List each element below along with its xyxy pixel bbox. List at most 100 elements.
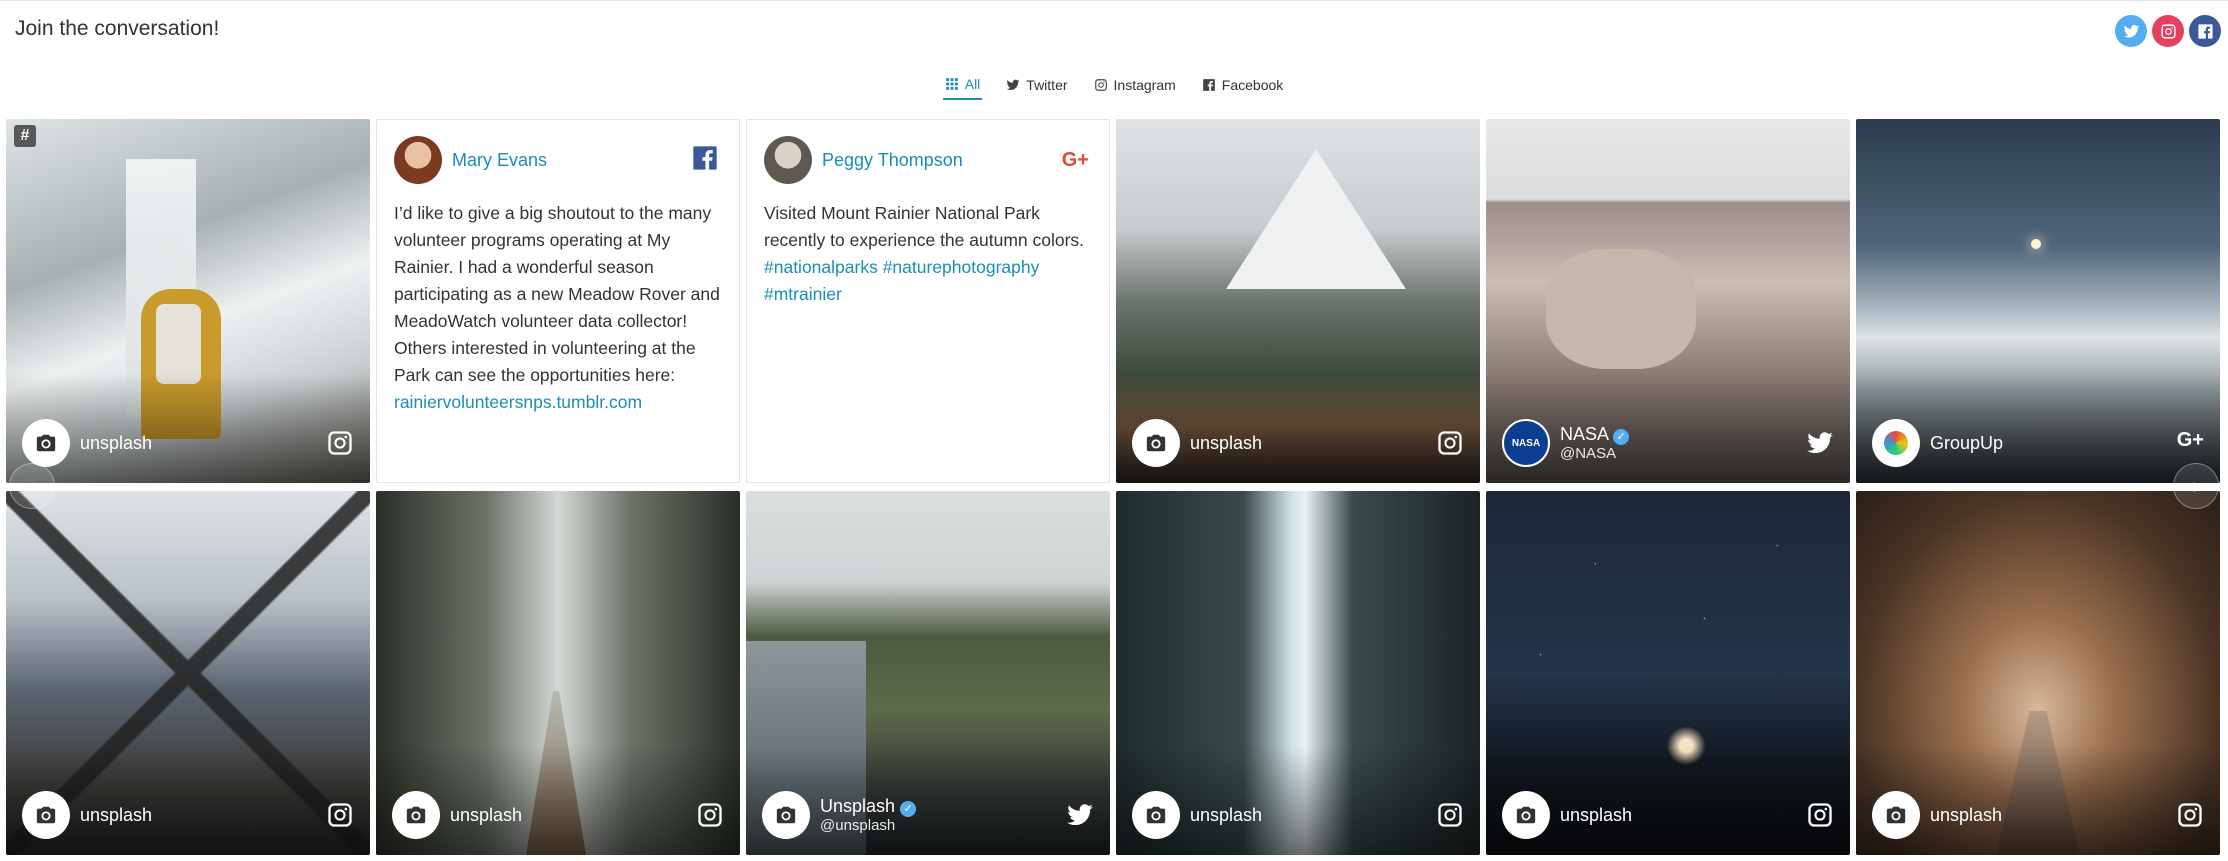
- post-header: Mary Evans: [394, 136, 719, 184]
- camera-icon: [1146, 434, 1166, 452]
- tab-instagram[interactable]: Instagram: [1092, 70, 1178, 100]
- post-footer: unsplash: [392, 791, 724, 839]
- post-hashtags[interactable]: #nationalparks #naturephotography #mtrai…: [764, 254, 1091, 308]
- avatar: [1132, 791, 1180, 839]
- facebook-follow-button[interactable]: [2189, 15, 2221, 47]
- post-card[interactable]: # unsplash: [6, 119, 370, 483]
- camera-icon: [1146, 806, 1166, 824]
- post-author[interactable]: unsplash: [1560, 805, 1632, 826]
- post-handle: @NASA: [1560, 445, 1617, 462]
- instagram-icon: [2160, 23, 2176, 39]
- post-link[interactable]: rainiervolunteersnps.tumblr.com: [394, 392, 642, 412]
- post-author[interactable]: unsplash: [450, 805, 522, 826]
- facebook-icon: [691, 144, 719, 177]
- post-card[interactable]: Mary Evans I’d like to give a big shouto…: [376, 119, 740, 483]
- camera-icon: [776, 806, 796, 824]
- grid-icon: [945, 78, 958, 90]
- post-card[interactable]: Unsplash ✓ @unsplash: [746, 491, 1110, 855]
- post-card[interactable]: unsplash: [1116, 119, 1480, 483]
- verified-icon: ✓: [1613, 429, 1630, 445]
- post-footer: unsplash: [22, 419, 354, 467]
- nasa-logo-icon: NASA: [1511, 437, 1541, 449]
- post-footer: unsplash: [22, 791, 354, 839]
- tab-label: Twitter: [1026, 77, 1068, 93]
- verified-icon: ✓: [900, 801, 917, 817]
- post-author[interactable]: Mary Evans: [452, 150, 547, 171]
- google-plus-icon: G+: [2176, 429, 2204, 451]
- tab-label: Facebook: [1221, 77, 1284, 93]
- camera-icon: [36, 806, 56, 824]
- carousel-prev-button[interactable]: ‹: [9, 463, 55, 509]
- post-author[interactable]: unsplash: [1190, 433, 1262, 454]
- instagram-icon: [1806, 801, 1834, 829]
- post-author[interactable]: Peggy Thompson: [822, 150, 963, 171]
- twitter-icon: [1806, 429, 1834, 457]
- tab-label: Instagram: [1113, 77, 1176, 93]
- post-author[interactable]: unsplash: [80, 433, 152, 454]
- post-author-block[interactable]: NASA ✓ @NASA: [1560, 424, 1630, 462]
- page-title: Join the conversation!: [15, 17, 220, 40]
- camera-icon: [36, 434, 56, 452]
- post-card[interactable]: unsplash: [1856, 491, 2220, 855]
- post-author[interactable]: unsplash: [1930, 805, 2002, 826]
- post-footer: unsplash: [1872, 791, 2204, 839]
- carousel-next-button[interactable]: ›: [2173, 463, 2219, 509]
- instagram-icon: [2176, 801, 2204, 829]
- post-author-block[interactable]: Unsplash ✓ @unsplash: [820, 796, 917, 834]
- twitter-icon: [1066, 801, 1094, 829]
- post-card[interactable]: GroupUp G+: [1856, 119, 2220, 483]
- post-card[interactable]: Peggy Thompson G+ Visited Mount Rainier …: [746, 119, 1110, 483]
- post-author: NASA: [1560, 424, 1609, 444]
- post-message: I’d like to give a big shoutout to the m…: [394, 203, 720, 385]
- post-footer: unsplash: [1132, 791, 1464, 839]
- tab-twitter[interactable]: Twitter: [1004, 70, 1069, 100]
- post-author[interactable]: unsplash: [1190, 805, 1262, 826]
- instagram-follow-button[interactable]: [2152, 15, 2184, 47]
- post-message: Visited Mount Rainier National Park rece…: [764, 203, 1085, 250]
- tab-all[interactable]: All: [942, 70, 983, 100]
- post-text: Visited Mount Rainier National Park rece…: [764, 200, 1091, 308]
- post-footer: GroupUp G+: [1872, 419, 2204, 467]
- tab-label: All: [964, 76, 981, 92]
- post-footer: unsplash: [1502, 791, 1834, 839]
- network-filter-tabs: All Twitter Instagram Facebook: [0, 70, 2228, 102]
- hashtag-badge: #: [14, 125, 36, 147]
- post-author: Unsplash: [820, 796, 896, 816]
- instagram-icon: [1094, 79, 1107, 91]
- avatar: [22, 791, 70, 839]
- avatar: [1872, 419, 1920, 467]
- post-footer: NASA NASA ✓ @NASA: [1502, 419, 1834, 467]
- social-wall-grid: # unsplash Mary Evans I’d like to give a…: [6, 119, 2222, 855]
- avatar: NASA: [1502, 419, 1550, 467]
- twitter-follow-button[interactable]: [2115, 15, 2147, 47]
- camera-icon: [1886, 806, 1906, 824]
- instagram-icon: [326, 429, 354, 457]
- instagram-icon: [326, 801, 354, 829]
- avatar: [762, 791, 810, 839]
- social-follow-icons: [2115, 15, 2221, 47]
- camera-icon: [1516, 806, 1536, 824]
- instagram-icon: [696, 801, 724, 829]
- widget-header: Join the conversation!: [0, 0, 2228, 70]
- google-plus-icon: G+: [1061, 148, 1089, 171]
- post-card[interactable]: NASA NASA ✓ @NASA: [1486, 119, 1850, 483]
- avatar: [1502, 791, 1550, 839]
- post-card[interactable]: unsplash: [1116, 491, 1480, 855]
- post-card[interactable]: unsplash: [376, 491, 740, 855]
- camera-icon: [406, 806, 426, 824]
- post-header: Peggy Thompson G+: [764, 136, 1089, 184]
- avatar: [394, 136, 442, 184]
- post-card[interactable]: unsplash: [6, 491, 370, 855]
- facebook-icon: [2197, 23, 2213, 39]
- tab-facebook[interactable]: Facebook: [1200, 70, 1285, 100]
- post-footer: unsplash: [1132, 419, 1464, 467]
- post-card[interactable]: unsplash: [1486, 491, 1850, 855]
- avatar: [1132, 419, 1180, 467]
- avatar: [764, 136, 812, 184]
- post-author[interactable]: GroupUp: [1930, 433, 2003, 454]
- post-author[interactable]: unsplash: [80, 805, 152, 826]
- post-footer: Unsplash ✓ @unsplash: [762, 791, 1094, 839]
- twitter-icon: [1006, 79, 1020, 91]
- post-handle: @unsplash: [820, 817, 896, 834]
- chevron-right-icon: ›: [2192, 473, 2200, 498]
